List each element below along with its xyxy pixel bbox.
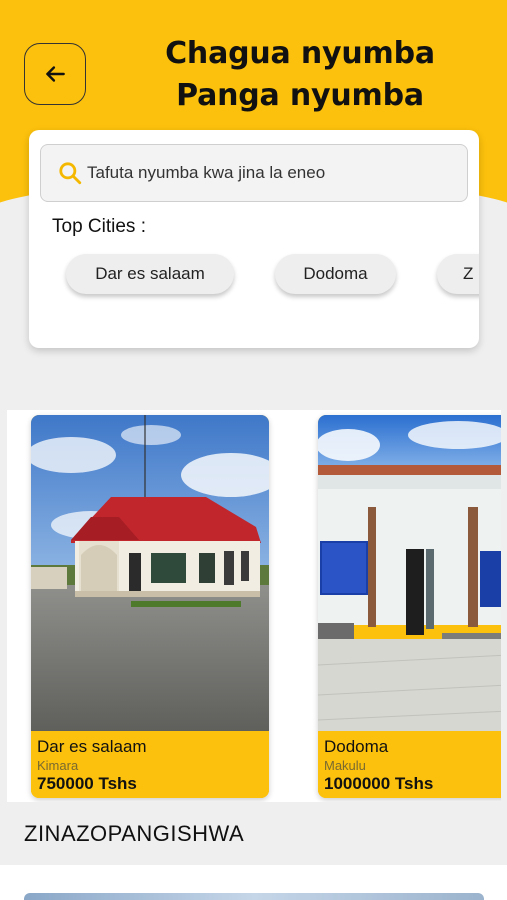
listing-card[interactable]: Dodoma Makulu 1000000 Tshs: [318, 415, 501, 798]
rental-card-peek[interactable]: [24, 893, 484, 900]
house-photo: [31, 415, 269, 731]
city-chip-dodoma[interactable]: Dodoma: [275, 254, 396, 294]
section-title: ZINAZOPANGISHWA: [0, 803, 507, 865]
search-card: Top Cities : Dar es salaam Dodoma Z: [29, 130, 479, 348]
listing-city: Dodoma: [324, 737, 389, 756]
listing-area: Makulu: [324, 758, 366, 773]
listing-card[interactable]: Dar es salaam Kimara 750000 Tshs: [31, 415, 269, 798]
city-chip-z[interactable]: Z: [437, 254, 479, 294]
listing-area: Kimara: [37, 758, 79, 773]
listing-price: 1000000 Tshs: [324, 774, 434, 793]
listing-info: Dodoma Makulu 1000000 Tshs: [318, 731, 501, 798]
listing-info: Dar es salaam Kimara 750000 Tshs: [31, 731, 269, 798]
arrow-left-icon: [46, 66, 65, 82]
page-title-line1: Chagua nyumba: [165, 36, 435, 71]
search-input[interactable]: [87, 163, 447, 183]
rentals-list[interactable]: [0, 865, 507, 900]
listing-price: 750000 Tshs: [37, 774, 137, 793]
city-chips: Dar es salaam Dodoma Z: [29, 254, 479, 304]
house-photo: [318, 415, 501, 731]
search-box[interactable]: [40, 144, 468, 202]
listings-carousel[interactable]: Dar es salaam Kimara 750000 Tshs Dodoma …: [7, 410, 501, 802]
back-button[interactable]: [24, 43, 86, 105]
city-chip-dar-es-salaam[interactable]: Dar es salaam: [66, 254, 234, 294]
top-cities-label: Top Cities :: [52, 216, 146, 237]
search-icon: [59, 162, 82, 185]
page-title-line2: Panga nyumba: [176, 78, 424, 113]
listing-city: Dar es salaam: [37, 737, 147, 756]
